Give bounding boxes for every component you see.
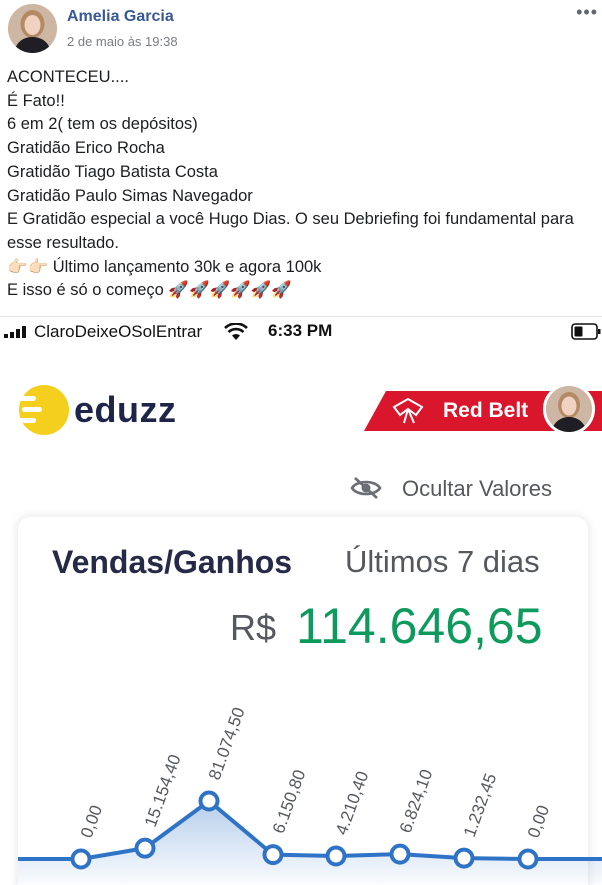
post-text: ACONTECEU.... É Fato!! 6 em 2( tem os de…: [7, 66, 597, 303]
chart-data-label: 81.074,50: [205, 705, 249, 783]
post-line: E isso é só o começo 🚀🚀🚀🚀🚀🚀: [7, 279, 597, 303]
post-line: Gratidão Tiago Batista Costa: [7, 162, 218, 181]
more-options-button[interactable]: •••: [576, 2, 598, 23]
eduzz-logo-text: eduzz: [74, 389, 177, 430]
post-line: E Gratidão especial a você Hugo Dias. O …: [7, 210, 574, 252]
hide-values-label: Ocultar Valores: [402, 476, 552, 501]
chart-point[interactable]: [134, 837, 156, 859]
rocket-icon: 🚀🚀🚀🚀🚀🚀: [168, 281, 292, 300]
chart-point[interactable]: [389, 843, 411, 865]
post-line-text: Último lançamento 30k e agora 100k: [52, 257, 322, 276]
post-line: Gratidão Paulo Simas Navegador: [7, 186, 253, 205]
post-line: Gratidão Erico Rocha: [7, 139, 165, 158]
post-line: ACONTECEU....: [7, 68, 129, 86]
eye-off-icon: [350, 477, 382, 499]
currency-symbol: R$: [230, 607, 277, 648]
chart-point[interactable]: [262, 844, 284, 866]
status-time: 6:33 PM: [268, 321, 333, 340]
chart-point[interactable]: [198, 790, 220, 812]
chart-data-label: 6.824,10: [396, 767, 436, 836]
author-avatar[interactable]: [8, 4, 57, 53]
chart-point[interactable]: [453, 847, 475, 869]
hide-values-toggle[interactable]: Ocultar Valores: [350, 474, 580, 504]
chart-data-label: 4.210,40: [332, 769, 372, 838]
chart-data-label: 6.150,80: [269, 767, 309, 836]
sales-line-chart: 0,00 15.154,40 81.074,50 6.150,80 4.210,40 6.…: [18, 705, 602, 885]
post-line-text: E isso é só o começo: [7, 281, 164, 300]
battery-icon: [571, 323, 601, 340]
post-line: 6 em 2( tem os depósitos): [7, 115, 198, 134]
chart-data-label: 0,00: [524, 803, 553, 841]
chart-point[interactable]: [70, 848, 92, 870]
signal-icon: [4, 326, 26, 338]
chart-data-label: 0,00: [77, 803, 106, 841]
author-name[interactable]: Amelia Garcia: [67, 8, 174, 26]
app-screenshot[interactable]: ClaroDeixeOSolEntrar 6:33 PM eduzz Red B…: [0, 316, 602, 885]
status-bar: ClaroDeixeOSolEntrar 6:33 PM: [0, 317, 602, 347]
chart-area: [18, 801, 602, 885]
post-header: Amelia Garcia 2 de maio às 19:38 •••: [0, 0, 602, 58]
period-selector[interactable]: Últimos 7 dias: [345, 544, 540, 580]
chart-data-label: 1.232,45: [460, 771, 500, 840]
wifi-icon: [224, 323, 248, 340]
chart-data-label: 15.154,40: [141, 752, 185, 830]
total-amount: 114.646,65: [296, 598, 543, 654]
chart-point[interactable]: [325, 845, 347, 867]
carrier-name: ClaroDeixeOSolEntrar: [34, 322, 203, 341]
user-avatar[interactable]: [543, 383, 595, 435]
belt-label: Red Belt: [443, 399, 529, 422]
post-line: 👉🏻👉🏻 Último lançamento 30k e agora 100k: [7, 256, 597, 280]
post-date[interactable]: 2 de maio às 19:38: [67, 34, 178, 49]
pointing-hand-icon: 👉🏻👉🏻: [7, 257, 49, 276]
card-title: Vendas/Ganhos: [52, 544, 293, 580]
post-line: É Fato!!: [7, 91, 65, 110]
chart-point[interactable]: [517, 848, 539, 870]
